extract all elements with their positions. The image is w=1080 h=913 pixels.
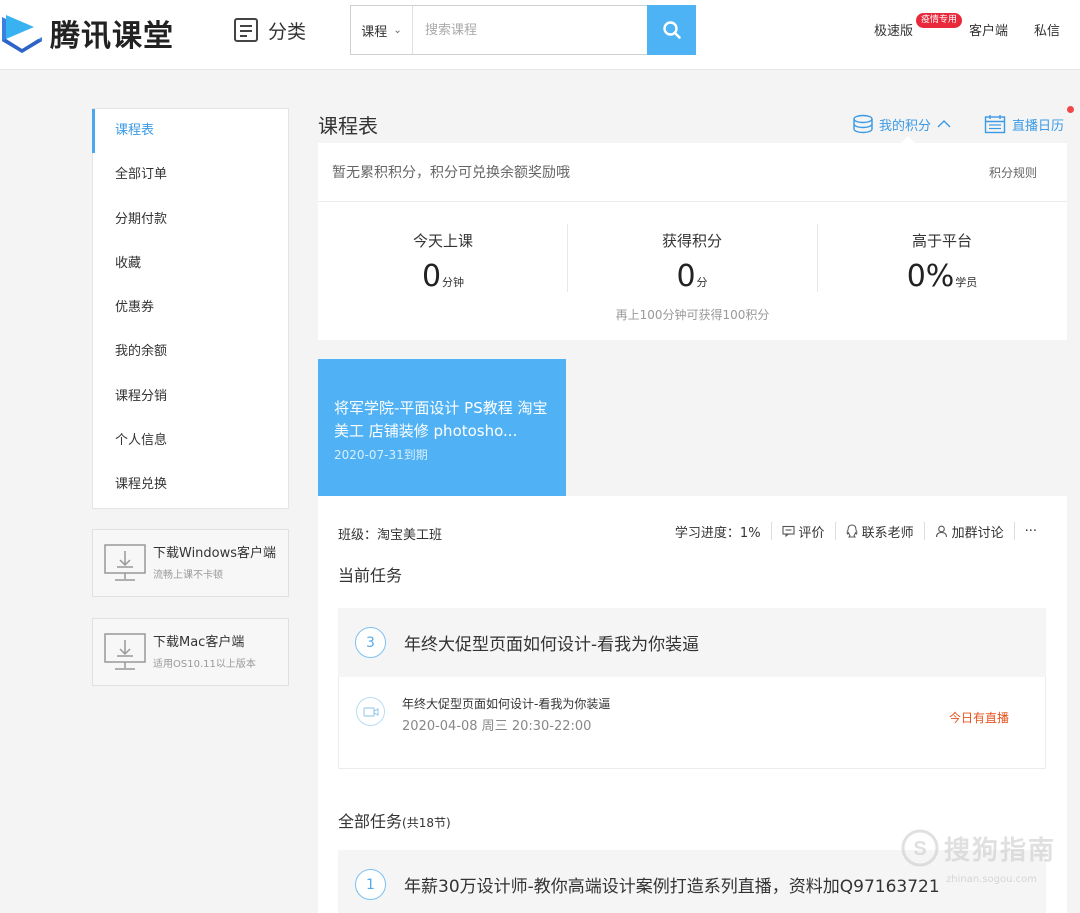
stat-value: 0% [906, 259, 955, 294]
all-tasks-count: (共18节) [402, 816, 451, 830]
points-hint: 再上100分钟可获得100积分 [615, 308, 770, 322]
live-calendar-link[interactable]: 直播日历 [984, 114, 1064, 134]
current-task-header[interactable]: 3 年终大促型页面如何设计-看我为你装逼 [338, 608, 1046, 677]
search-type-label: 课程 [361, 24, 388, 40]
tencent-classroom-logo-icon [2, 15, 42, 53]
stat-value: 0 [676, 259, 696, 294]
monitor-download-icon [104, 633, 146, 670]
all-tasks-label: 全部任务 [338, 812, 403, 831]
sidebar-item-profile[interactable]: 个人信息 [93, 419, 288, 463]
svg-text:S: S [913, 838, 926, 860]
download-windows-title: 下载Windows客户端 [153, 546, 277, 561]
user-icon [935, 525, 947, 537]
search-input[interactable] [413, 6, 647, 54]
speed-version-link[interactable]: 极速版 [874, 20, 913, 39]
stat-unit: 学员 [955, 276, 978, 289]
stat-today-class: 今天上课 0分钟 [318, 230, 568, 294]
task-number: 3 [355, 627, 386, 658]
download-mac-client[interactable]: 下载Mac客户端 适用OS10.11以上版本 [92, 618, 289, 686]
current-task-session[interactable]: 年终大促型页面如何设计-看我为你装逼 2020-04-08 周三 20:30-2… [338, 677, 1046, 769]
sidebar-item-installments[interactable]: 分期付款 [93, 198, 288, 242]
download-mac-title: 下载Mac客户端 [153, 635, 245, 650]
sidebar-item-coupons[interactable]: 优惠券 [93, 286, 288, 330]
review-button[interactable]: 评价 [772, 522, 836, 541]
calendar-icon [984, 115, 1006, 134]
search-bar: 课程 ⌄ [350, 5, 696, 55]
chevron-down-icon: ⌄ [393, 24, 402, 36]
stat-value: 0 [421, 259, 442, 294]
contact-teacher-button[interactable]: 联系老师 [836, 522, 925, 541]
qq-icon [846, 524, 857, 538]
sidebar-item-distribution[interactable]: 课程分销 [93, 375, 288, 419]
session-time: 2020-04-08 周三 20:30-22:00 [402, 719, 592, 734]
stat-label: 获得积分 [661, 232, 722, 250]
session-title: 年终大促型页面如何设计-看我为你装逼 [402, 697, 611, 711]
join-group-button[interactable]: 加群讨论 [925, 522, 1015, 541]
notification-dot [1067, 106, 1074, 113]
current-task-title: 当前任务 [338, 566, 403, 585]
course-expire-date: 2020-07-31到期 [334, 448, 428, 462]
sidebar-item-favorites[interactable]: 收藏 [93, 242, 288, 286]
monitor-download-icon [104, 544, 146, 581]
points-stats: 今天上课 0分钟 获得积分 0分 高于平台 0%学员 再上100分钟可获得100… [318, 202, 1067, 340]
stat-label: 今天上课 [412, 232, 473, 250]
search-type-select[interactable]: 课程 ⌄ [351, 6, 413, 54]
task-number: 1 [355, 869, 386, 900]
points-note: 暂无累积积分，积分可兑换余额奖励哦 [332, 165, 570, 181]
points-rule-link[interactable]: 积分规则 [989, 164, 1037, 181]
sidebar-item-schedule[interactable]: 课程表 [92, 109, 288, 154]
stat-unit: 分钟 [442, 276, 465, 289]
my-points-toggle[interactable]: 我的积分 [852, 114, 951, 134]
sidebar-item-redeem[interactable]: 课程兑换 [93, 463, 288, 507]
course-tab[interactable]: 将军学院-平面设计 PS教程 淘宝美工 店铺装修 photosho... 202… [318, 359, 566, 496]
download-mac-subtitle: 适用OS10.11以上版本 [153, 659, 256, 670]
messages-link[interactable]: 私信 [1034, 20, 1060, 39]
more-button[interactable]: ··· [1015, 522, 1037, 540]
download-windows-subtitle: 流畅上课不卡顿 [153, 570, 223, 581]
study-progress-text: 学习进度：1% [674, 525, 761, 541]
watermark-text: 搜狗指南 [944, 835, 1057, 866]
logo[interactable]: 腾讯课堂 [0, 8, 174, 58]
logo-text: 腾讯课堂 [50, 19, 174, 54]
more-icon: ··· [1024, 523, 1037, 539]
category-label: 分类 [268, 20, 307, 43]
top-header: 腾讯课堂 分类 课程 ⌄ 极速版 疫情专用 客户端 私信 [0, 0, 1080, 70]
stat-label: 高于平台 [911, 232, 972, 250]
task-title: 年薪30万设计师-教你高端设计案例打造系列直播，资料加Q97163721 [404, 877, 940, 897]
chevron-up-icon [937, 120, 951, 128]
stat-above-platform: 高于平台 0%学员 [817, 230, 1067, 294]
points-card: 暂无累积积分，积分可兑换余额奖励哦 积分规则 今天上课 0分钟 获得积分 0分 … [318, 143, 1067, 340]
video-icon [356, 697, 385, 726]
study-progress: 学习进度：1% [665, 522, 772, 541]
join-group-label: 加群讨论 [951, 525, 1004, 541]
download-windows-client[interactable]: 下载Windows客户端 流畅上课不卡顿 [92, 529, 289, 597]
sogou-logo-icon: S [901, 829, 939, 867]
sidebar-nav: 课程表 全部订单 分期付款 收藏 优惠券 我的余额 课程分销 个人信息 课程兑换 [92, 108, 289, 509]
stat-earned-points: 获得积分 0分 [567, 230, 817, 294]
task-title: 年终大促型页面如何设计-看我为你装逼 [404, 635, 700, 655]
review-label: 评价 [798, 525, 825, 541]
list-icon [234, 18, 258, 42]
live-today-link[interactable]: 今日有直播 [949, 709, 1009, 726]
live-calendar-label: 直播日历 [1012, 118, 1065, 134]
category-menu[interactable]: 分类 [232, 16, 306, 44]
course-name: 将军学院-平面设计 PS教程 淘宝美工 店铺装修 photosho... [334, 399, 548, 440]
page-title: 课程表 [318, 114, 378, 138]
sogou-watermark: S 搜狗指南 [900, 828, 1056, 868]
coins-icon [853, 114, 873, 134]
all-tasks-title: 全部任务(共18节) [338, 808, 451, 832]
sidebar-item-balance[interactable]: 我的余额 [93, 330, 288, 374]
client-link[interactable]: 客户端 [969, 20, 1008, 39]
comment-icon [781, 525, 795, 537]
sidebar-item-orders[interactable]: 全部订单 [93, 153, 288, 197]
epidemic-badge: 疫情专用 [916, 13, 963, 28]
watermark-url: zhinan.sogou.com [946, 874, 1038, 885]
contact-teacher-label: 联系老师 [861, 525, 914, 541]
class-name: 班级：淘宝美工班 [338, 528, 443, 543]
stat-unit: 分 [696, 276, 708, 289]
search-button[interactable] [647, 5, 696, 55]
my-points-label: 我的积分 [879, 118, 932, 134]
course-actions: 学习进度：1% 评价 联系老师 加群讨论 ··· [665, 522, 1037, 541]
search-icon [662, 21, 681, 39]
